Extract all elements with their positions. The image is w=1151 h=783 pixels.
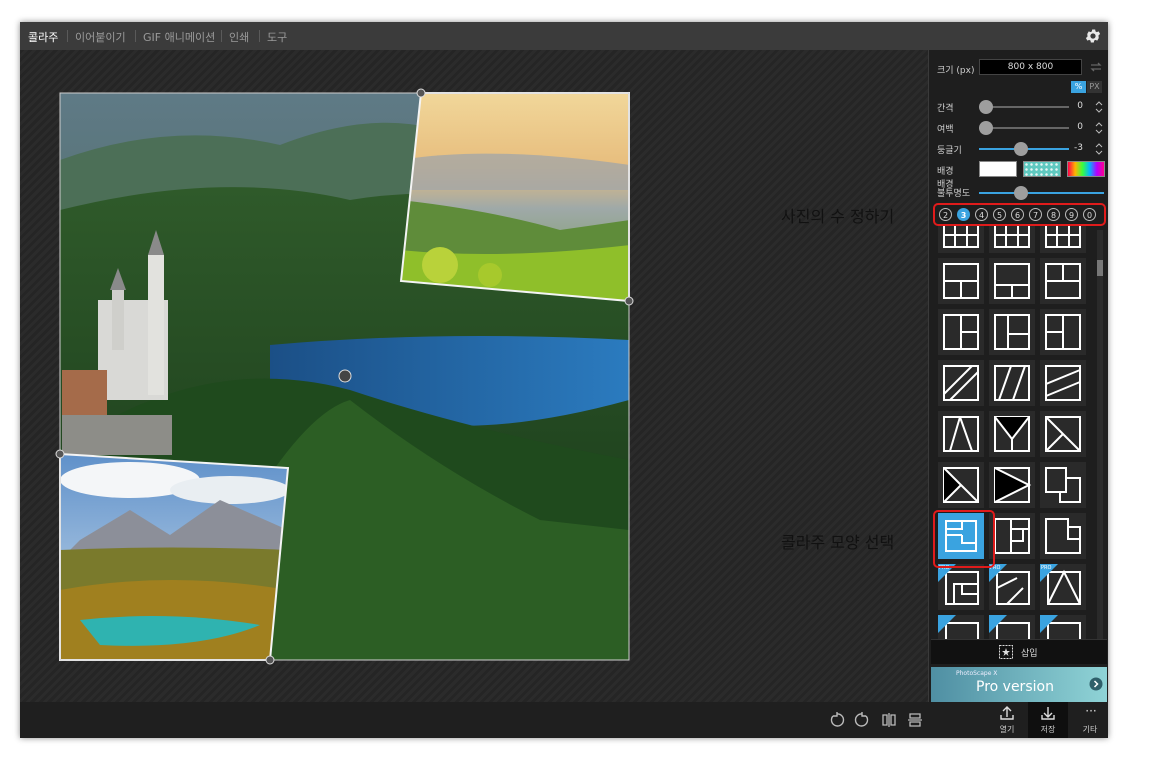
- insert-button[interactable]: 삽입: [931, 639, 1107, 664]
- layout-tile[interactable]: [989, 513, 1035, 559]
- menu-divider: [135, 30, 136, 42]
- bg-gradient-swatch[interactable]: [1067, 161, 1105, 177]
- menu-divider: [221, 30, 222, 42]
- spacing-slider-handle[interactable]: [979, 100, 993, 114]
- bottom-toolbar: 열기 저장 ··· 기타: [20, 702, 1108, 738]
- layout-tile[interactable]: [989, 225, 1035, 253]
- background-label: 배경: [937, 167, 954, 177]
- flip-vertical-icon[interactable]: [907, 712, 923, 728]
- more-label[interactable]: 기타: [1075, 724, 1105, 735]
- menu-tools[interactable]: 도구: [267, 29, 287, 45]
- insert-star-icon: [999, 645, 1013, 659]
- layout-tile[interactable]: [989, 309, 1035, 355]
- rotate-left-icon[interactable]: [829, 712, 845, 728]
- arrow-right-circle-icon: [1089, 677, 1103, 691]
- layout-tile[interactable]: [1040, 462, 1086, 508]
- spinner-arrows-icon[interactable]: [1095, 100, 1103, 114]
- rotate-right-icon[interactable]: [854, 712, 870, 728]
- save-download-icon[interactable]: [1040, 705, 1056, 721]
- settings-gear-icon[interactable]: [1084, 27, 1102, 45]
- save-label[interactable]: 저장: [1033, 724, 1063, 735]
- size-input[interactable]: 800 x 800: [979, 59, 1082, 75]
- menu-print[interactable]: 인쇄: [229, 29, 249, 45]
- unit-percent-button[interactable]: %: [1071, 81, 1086, 93]
- layout-tile-pro[interactable]: PRO: [989, 564, 1035, 610]
- layout-grid: PRO PRO PRO: [929, 225, 1108, 655]
- photoscape-window: 콜라주 이어붙이기 GIF 애니메이션 인쇄 도구 크기 (px) 800 x …: [20, 22, 1108, 738]
- layout-select-highlight: [933, 510, 995, 568]
- margin-label: 여백: [937, 125, 954, 135]
- menu-collage[interactable]: 콜라주: [28, 29, 58, 45]
- collage-canvas[interactable]: [20, 50, 928, 702]
- menu-divider: [67, 30, 68, 42]
- layout-tile[interactable]: [989, 462, 1035, 508]
- layout-tile[interactable]: [938, 360, 984, 406]
- roundness-label: 둥글기: [937, 146, 962, 156]
- pro-badge: PRO: [1041, 565, 1052, 571]
- layout-scrollbar-thumb[interactable]: [1097, 260, 1103, 276]
- menu-gif-animation[interactable]: GIF 애니메이션: [143, 29, 215, 45]
- layout-tile[interactable]: [1040, 513, 1086, 559]
- open-upload-icon[interactable]: [999, 705, 1015, 721]
- menu-divider: [259, 30, 260, 42]
- layout-tile[interactable]: [938, 309, 984, 355]
- layout-tile[interactable]: [1040, 225, 1086, 253]
- layout-tile[interactable]: [989, 360, 1035, 406]
- layout-tile[interactable]: [1040, 360, 1086, 406]
- spacing-label: 간격: [937, 104, 954, 114]
- menu-combine[interactable]: 이어붙이기: [75, 29, 126, 45]
- layout-tile[interactable]: [989, 258, 1035, 304]
- layout-tile[interactable]: [938, 462, 984, 508]
- shape-select-callout: 콜라주 모양 선택: [781, 533, 895, 552]
- open-label[interactable]: 열기: [992, 724, 1022, 735]
- pro-version-banner[interactable]: PhotoScape X Pro version: [931, 667, 1107, 702]
- layout-tile[interactable]: [989, 411, 1035, 457]
- bg-opacity-slider-handle[interactable]: [1014, 186, 1028, 200]
- collage-canvas-area: [20, 50, 928, 702]
- margin-value[interactable]: 0: [1063, 122, 1083, 132]
- menu-bar: 콜라주 이어붙이기 GIF 애니메이션 인쇄 도구: [20, 22, 1108, 50]
- spinner-arrows-icon[interactable]: [1095, 142, 1103, 156]
- bg-opacity-slider-track[interactable]: [979, 192, 1104, 194]
- margin-slider-handle[interactable]: [979, 121, 993, 135]
- pro-banner-subtitle: PhotoScape X: [956, 670, 998, 677]
- photo-count-callout: 사진의 수 정하기: [781, 207, 895, 226]
- collage-photo-valley-sunset[interactable]: [400, 93, 630, 303]
- layout-tile[interactable]: [1040, 411, 1086, 457]
- layout-tile[interactable]: [938, 258, 984, 304]
- size-label: 크기 (px): [937, 66, 975, 76]
- roundness-value[interactable]: -3: [1063, 143, 1083, 153]
- spacing-value[interactable]: 0: [1063, 101, 1083, 111]
- more-dots-icon[interactable]: ···: [1081, 704, 1101, 718]
- layout-scrollbar[interactable]: [1097, 230, 1103, 650]
- layout-tile[interactable]: [1040, 309, 1086, 355]
- bg-opacity-label: 배경 불투명도: [937, 180, 971, 199]
- pro-banner-title: Pro version: [976, 679, 1054, 695]
- layout-tile[interactable]: [938, 411, 984, 457]
- unit-px-button[interactable]: PX: [1087, 81, 1102, 93]
- insert-label: 삽입: [1021, 649, 1038, 659]
- bg-white-swatch[interactable]: [979, 161, 1017, 177]
- bg-pattern-swatch[interactable]: [1023, 161, 1061, 177]
- photo-count-highlight: [933, 203, 1106, 226]
- collage-settings-panel: 크기 (px) 800 x 800 % PX 간격 0 여백 0 둥글기 -3 …: [928, 50, 1108, 702]
- collage-photo-alps-lake[interactable]: [60, 450, 290, 662]
- flip-horizontal-icon[interactable]: [881, 712, 897, 728]
- swap-icon[interactable]: [1089, 60, 1103, 74]
- roundness-slider-handle[interactable]: [1014, 142, 1028, 156]
- layout-tile[interactable]: [1040, 258, 1086, 304]
- layout-tile-pro[interactable]: PRO: [938, 564, 984, 610]
- layout-tile[interactable]: [938, 225, 984, 253]
- layout-tile-pro[interactable]: PRO: [1040, 564, 1086, 610]
- spinner-arrows-icon[interactable]: [1095, 121, 1103, 135]
